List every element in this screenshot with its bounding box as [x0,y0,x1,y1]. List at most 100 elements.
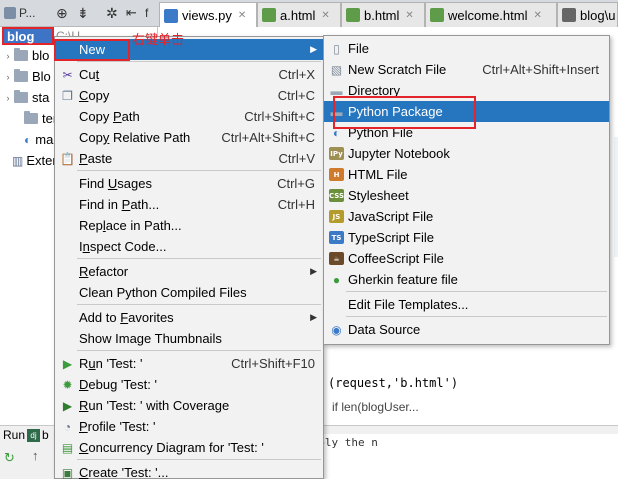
copy-icon: ❐ [62,88,73,103]
menu-item-label: Run 'Test: ' with Coverage [79,398,230,413]
editor-tab-label: a.html [280,7,316,23]
rerun-button[interactable]: ↻ [4,450,15,466]
menu-item-label: Profile 'Test: ' [79,419,156,434]
menu-item-create-test[interactable]: ▣ Create 'Test: '... [55,462,323,479]
settings-button[interactable]: ✲ [106,4,118,22]
project-tree-label: sta [32,90,50,105]
editor-tab[interactable]: blog\u [557,2,618,27]
close-icon[interactable]: ✕ [405,10,413,21]
menu-item-replace-in-path[interactable]: Replace in Path... [55,215,323,236]
chevron-right-icon[interactable]: › [2,72,14,82]
new-item-edit-file-templates[interactable]: Edit File Templates... [324,294,609,315]
menu-item-run-test[interactable]: ▶ Run 'Test: ' Ctrl+Shift+F10 [55,353,323,374]
menu-item-find-usages[interactable]: Find Usages Ctrl+G [55,173,323,194]
project-root-blog[interactable]: blog [2,27,54,45]
menu-item-shortcut: Ctrl+X [278,67,315,82]
project-root-label: blog [7,28,35,44]
menu-item-shortcut: Ctrl+Shift+F10 [231,356,315,371]
menu-item-label: Find Usages [79,176,152,191]
menu-item-label: HTML File [348,167,408,182]
chevron-right-icon[interactable]: › [2,93,14,103]
menu-item-copy-relative-path[interactable]: Copy Relative Path Ctrl+Alt+Shift+C [55,127,323,148]
data-source-icon: ◉ [331,322,342,337]
menu-item-label: Create 'Test: '... [79,465,169,479]
project-tree-item[interactable]: › blo [2,45,49,66]
close-icon[interactable]: ✕ [321,10,329,21]
scroll-up-button[interactable]: ↑ [32,448,39,463]
project-tree-item[interactable]: › sta [2,87,49,108]
close-icon[interactable]: ✕ [533,10,541,21]
menu-separator [346,291,607,292]
collapse-button[interactable]: ⇟ [77,4,89,22]
submenu-arrow-icon: ▶ [310,44,317,54]
menu-item-cut[interactable]: ✂ Cut Ctrl+X [55,64,323,85]
project-tree-item[interactable]: ten [12,108,60,129]
menu-item-copy-path[interactable]: Copy Path Ctrl+Shift+C [55,106,323,127]
menu-item-clean-python-compiled-files[interactable]: Clean Python Compiled Files [55,282,323,303]
menu-item-label: Inspect Code... [79,239,167,254]
menu-item-copy[interactable]: ❐ Copy Ctrl+C [55,85,323,106]
menu-item-paste[interactable]: 📋 Paste Ctrl+V [55,148,323,169]
run-tab-label: Run [3,428,26,442]
profile-icon: ◔ [63,419,72,434]
debug-icon: ✹ [62,377,73,392]
new-item-stylesheet[interactable]: CSS Stylesheet [324,185,609,206]
new-item-new-scratch-file[interactable]: ▧ New Scratch File Ctrl+Alt+Shift+Insert [324,59,609,80]
project-tool-button[interactable]: P... [4,4,35,22]
editor-tab[interactable]: welcome.html ✕ [425,2,557,27]
new-item-data-source[interactable]: ◉ Data Source [324,319,609,340]
new-item-html-file[interactable]: H HTML File [324,164,609,185]
menu-item-label: Show Image Thumbnails [79,331,222,346]
editor-tab[interactable]: a.html ✕ [257,2,341,27]
new-item-gherkin-feature-file[interactable]: ● Gherkin feature file [324,269,609,290]
menu-item-profile-test[interactable]: ◔ Profile 'Test: ' [55,416,323,437]
menu-item-run-test-with-coverage[interactable]: ▶ Run 'Test: ' with Coverage [55,395,323,416]
gherkin-icon: ● [332,272,341,287]
menu-item-add-to-favorites[interactable]: Add to Favorites ▶ [55,307,323,328]
menu-item-label: Jupyter Notebook [348,146,450,161]
context-menu: New ▶ ✂ Cut Ctrl+X ❐ Copy Ctrl+C Copy Path Ctrl+S… [54,36,324,479]
menu-item-inspect-code[interactable]: Inspect Code... [55,236,323,257]
editor-tab[interactable]: views.py ✕ [159,2,257,28]
menu-item-refactor[interactable]: Refactor ▶ [55,261,323,282]
new-item-jupyter-notebook[interactable]: IPy Jupyter Notebook [324,143,609,164]
menu-item-show-image-thumbnails[interactable]: Show Image Thumbnails [55,328,323,349]
file-type-icon [346,8,360,22]
editor-tab-label: blog\u [580,7,616,23]
editor-tab-label: welcome.html [448,7,528,23]
js-icon: JS [329,209,344,224]
menu-item-label: Data Source [348,322,421,337]
menu-item-shortcut: Ctrl+Alt+Shift+C [221,130,315,145]
django-icon: dj [27,428,41,442]
menu-item-label: Stylesheet [348,188,409,203]
chevron-right-icon[interactable]: › [2,51,14,61]
editor-tab-label: views.py [182,8,232,23]
file-icon: ▯ [333,41,340,56]
editor-gutter-marks [614,137,618,257]
project-tree-item[interactable]: ◐ ma [12,129,53,150]
menu-item-label: Concurrency Diagram for 'Test: ' [79,440,264,455]
menu-item-concurrency-diagram-for-test[interactable]: ▤ Concurrency Diagram for 'Test: ' [55,437,323,458]
folder-icon [24,111,38,124]
menu-separator [77,350,321,351]
file-tool-button[interactable]: f [145,4,148,22]
ts-icon: TS [329,230,344,245]
menu-item-label: New Scratch File [348,62,447,77]
hide-panel-button[interactable]: ⇤ [126,4,137,22]
new-item-javascript-file[interactable]: JS JavaScript File [324,206,609,227]
editor-tab[interactable]: b.html ✕ [341,2,425,27]
menu-item-debug-test[interactable]: ✹ Debug 'Test: ' [55,374,323,395]
collapse-icon: ⇟ [77,4,89,21]
new-item-coffeescript-file[interactable]: ☕ CoffeeScript File [324,248,609,269]
new-item-file[interactable]: ▯ File [324,38,609,59]
menu-item-label: TypeScript File [348,230,434,245]
project-tree-item[interactable]: › Blo [2,66,51,87]
menu-item-find-in-path[interactable]: Find in Path... Ctrl+H [55,194,323,215]
menu-separator [77,304,321,305]
menu-item-label: Replace in Path... [79,218,182,233]
close-icon[interactable]: ✕ [238,10,246,21]
run-tab[interactable]: Run dj b [0,426,60,444]
sync-button[interactable]: ⊕ [56,4,68,22]
new-item-typescript-file[interactable]: TS TypeScript File [324,227,609,248]
project-tree-label: Blo [32,69,51,84]
